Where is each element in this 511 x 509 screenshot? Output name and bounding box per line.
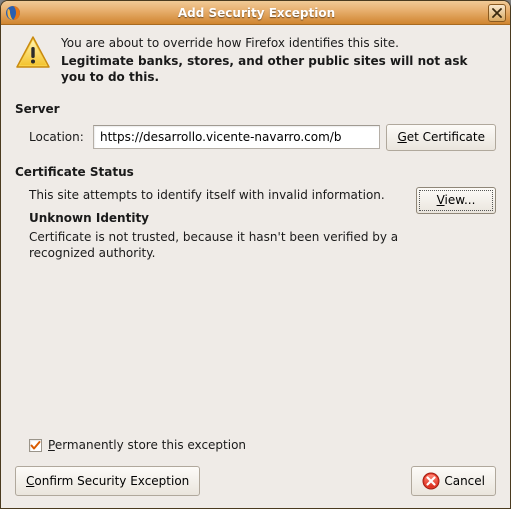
intro-block: You are about to override how Firefox id… (15, 35, 496, 86)
location-label: Location: (29, 130, 87, 144)
titlebar[interactable]: Add Security Exception (1, 1, 510, 25)
check-icon (30, 440, 41, 451)
cert-attempt-text: This site attempts to identify itself wi… (29, 187, 408, 203)
cancel-button[interactable]: Cancel (411, 466, 496, 496)
firefox-icon (5, 5, 21, 21)
permanent-checkbox[interactable] (29, 439, 42, 452)
dialog-footer: Confirm Security Exception Cancel (15, 466, 496, 496)
location-input[interactable] (93, 125, 380, 149)
cert-status-header: Certificate Status (15, 165, 496, 179)
permanent-checkbox-row[interactable]: Permanently store this exception (15, 438, 496, 452)
dialog-content: You are about to override how Firefox id… (1, 25, 510, 508)
server-header: Server (15, 102, 496, 116)
dialog-window: Add Security Exception (0, 0, 511, 509)
intro-line1: You are about to override how Firefox id… (61, 35, 496, 51)
cert-status-block: This site attempts to identify itself wi… (15, 187, 496, 268)
permanent-label: Permanently store this exception (48, 438, 246, 452)
intro-text: You are about to override how Firefox id… (61, 35, 496, 86)
get-certificate-button[interactable]: Get Certificate (386, 124, 496, 151)
warning-icon (15, 35, 51, 71)
intro-line2: Legitimate banks, stores, and other publ… (61, 53, 496, 85)
close-icon (492, 8, 502, 18)
confirm-button[interactable]: Confirm Security Exception (15, 466, 200, 496)
close-button[interactable] (488, 4, 506, 22)
spacer (15, 267, 496, 438)
view-button[interactable]: View... (416, 187, 496, 214)
unknown-identity-header: Unknown Identity (29, 211, 408, 225)
window-title: Add Security Exception (25, 6, 488, 20)
cancel-icon (422, 472, 440, 490)
location-row: Location: Get Certificate (15, 124, 496, 151)
unknown-identity-text: Certificate is not trusted, because it h… (29, 229, 408, 261)
